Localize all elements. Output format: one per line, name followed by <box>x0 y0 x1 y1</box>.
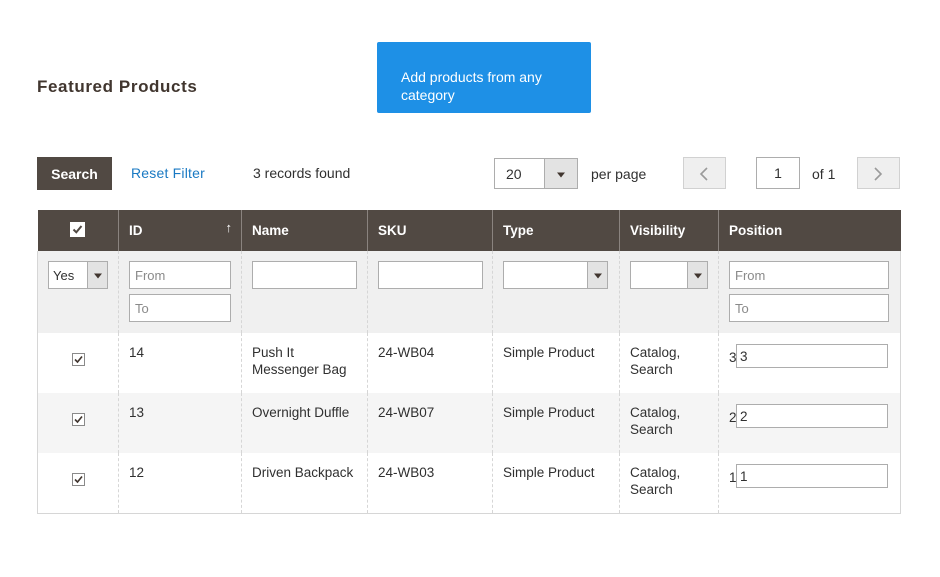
table-row[interactable]: 13 Overnight Duffle 24-WB07 Simple Produ… <box>37 393 901 453</box>
id-to-input[interactable] <box>129 294 231 322</box>
visibility-filter-select[interactable] <box>630 261 708 289</box>
cell-type: Simple Product <box>492 453 620 514</box>
select-all-header[interactable] <box>37 210 119 251</box>
per-page-dropdown-toggle[interactable] <box>544 159 577 188</box>
column-label-type: Type <box>503 223 534 238</box>
row-select-cell <box>37 393 119 453</box>
cell-position: 3 <box>718 333 901 393</box>
checkmark-icon <box>73 224 83 234</box>
cell-visibility: Catalog, Search <box>619 453 719 514</box>
column-label-sku: SKU <box>378 223 407 238</box>
table-row[interactable]: 12 Driven Backpack 24-WB03 Simple Produc… <box>37 453 901 514</box>
in-products-dropdown-toggle[interactable] <box>87 262 107 288</box>
arrow-up-icon: ↑ <box>225 220 233 235</box>
page-title: Featured Products <box>37 77 198 96</box>
select-all-checkbox[interactable] <box>70 221 86 237</box>
cell-position: 2 <box>718 393 901 453</box>
position-from-input[interactable] <box>729 261 889 289</box>
per-page-value: 20 <box>506 166 522 182</box>
name-filter-input[interactable] <box>252 261 357 289</box>
filter-row: Yes <box>37 251 901 333</box>
per-page-label: per page <box>591 166 647 182</box>
checkmark-icon <box>73 355 83 364</box>
products-grid: ID ↑ Name SKU Type Visibility Position Ye… <box>37 210 901 514</box>
table-row[interactable]: 14 Push It Messenger Bag 24-WB04 Simple … <box>37 333 901 393</box>
column-label-position: Position <box>729 223 783 238</box>
cell-id: 12 <box>118 453 242 514</box>
type-dropdown-toggle[interactable] <box>587 262 607 288</box>
column-header-name[interactable]: Name <box>241 210 368 251</box>
in-products-filter-select[interactable]: Yes <box>48 261 108 289</box>
cell-name: Overnight Duffle <box>241 393 368 453</box>
filter-position-cell <box>718 251 901 333</box>
records-found: 3 records found <box>253 165 351 181</box>
in-products-filter-value: Yes <box>53 268 75 283</box>
row-checkbox[interactable] <box>71 353 85 366</box>
position-to-input[interactable] <box>729 294 889 322</box>
cell-id: 13 <box>118 393 242 453</box>
row-checkbox[interactable] <box>71 413 85 426</box>
position-input[interactable] <box>736 464 888 488</box>
id-from-input[interactable] <box>129 261 231 289</box>
row-select-cell <box>37 453 119 514</box>
previous-page-button[interactable] <box>683 157 726 189</box>
caret-down-icon <box>93 273 102 279</box>
column-label-name: Name <box>252 223 289 238</box>
column-header-sku[interactable]: SKU <box>367 210 493 251</box>
cell-sku: 24-WB04 <box>367 333 493 393</box>
caret-down-icon <box>693 273 702 279</box>
filter-id-cell <box>118 251 242 333</box>
reset-filter-link[interactable]: Reset Filter <box>131 165 205 181</box>
cell-sku: 24-WB03 <box>367 453 493 514</box>
type-filter-select[interactable] <box>503 261 608 289</box>
sku-filter-input[interactable] <box>378 261 483 289</box>
row-select-cell <box>37 333 119 393</box>
column-label-id: ID <box>129 223 143 238</box>
cell-id: 14 <box>118 333 242 393</box>
cell-type: Simple Product <box>492 333 620 393</box>
cell-name: Driven Backpack <box>241 453 368 514</box>
chevron-right-icon <box>874 167 883 181</box>
cell-position: 1 <box>718 453 901 514</box>
position-input[interactable] <box>736 404 888 428</box>
cell-sku: 24-WB07 <box>367 393 493 453</box>
page-count-label: of 1 <box>812 166 836 182</box>
filter-sku-cell <box>367 251 493 333</box>
filter-visibility-cell <box>619 251 719 333</box>
chevron-left-icon <box>699 167 708 181</box>
visibility-dropdown-toggle[interactable] <box>687 262 707 288</box>
filter-type-cell <box>492 251 620 333</box>
cell-visibility: Catalog, Search <box>619 393 719 453</box>
search-button[interactable]: Search <box>37 157 112 190</box>
cell-type: Simple Product <box>492 393 620 453</box>
column-label-visibility: Visibility <box>630 223 686 238</box>
caret-down-icon <box>557 172 565 177</box>
checkmark-icon <box>73 475 83 484</box>
column-header-id[interactable]: ID ↑ <box>118 210 242 251</box>
position-input[interactable] <box>736 344 888 368</box>
next-page-button[interactable] <box>857 157 900 189</box>
filter-in-products-cell: Yes <box>37 251 119 333</box>
cell-name: Push It Messenger Bag <box>241 333 368 393</box>
filter-name-cell <box>241 251 368 333</box>
column-header-type[interactable]: Type <box>492 210 620 251</box>
add-products-button[interactable]: Add products from any category <box>377 42 591 113</box>
row-checkbox[interactable] <box>71 473 85 486</box>
per-page-select[interactable]: 20 <box>494 158 578 189</box>
current-page-input[interactable] <box>756 157 800 189</box>
checkmark-icon <box>73 415 83 424</box>
caret-down-icon <box>593 273 602 279</box>
column-header-visibility[interactable]: Visibility <box>619 210 719 251</box>
cell-visibility: Catalog, Search <box>619 333 719 393</box>
column-header-position[interactable]: Position <box>718 210 901 251</box>
